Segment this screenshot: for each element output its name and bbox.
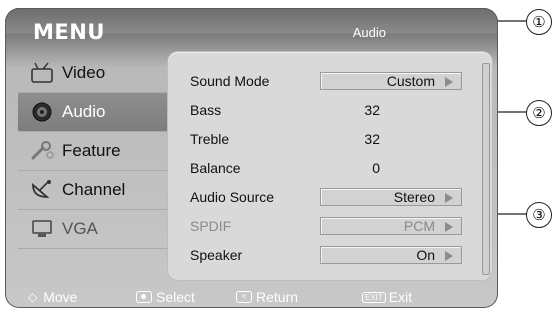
right-arrow-icon <box>445 251 453 261</box>
select-button-icon <box>136 291 152 303</box>
settings-row-audio-source[interactable]: Audio Source <box>190 186 320 208</box>
satellite-icon <box>28 178 56 202</box>
setting-label: SPDIF <box>190 218 232 234</box>
footer-hints: ◇ Move Select < Return EXIT Exit <box>28 287 468 307</box>
setting-value: 0 <box>372 160 380 176</box>
callout-3: ③ <box>526 202 552 228</box>
monitor-icon <box>28 217 56 241</box>
exit-button-icon: EXIT <box>362 291 386 303</box>
sidebar-item-label: VGA <box>62 219 98 238</box>
sidebar: Video Audio Feature Channel VGA <box>18 54 168 249</box>
setting-value: On <box>416 247 435 263</box>
sidebar-item-audio[interactable]: Audio <box>18 93 168 132</box>
setting-value: 32 <box>364 102 380 118</box>
sidebar-item-vga[interactable]: VGA <box>18 210 168 249</box>
exit-hint: EXIT Exit <box>362 289 412 305</box>
tv-icon <box>28 61 56 85</box>
gear-icon <box>28 139 56 163</box>
sound-mode-select[interactable]: Custom <box>320 72 462 90</box>
settings-row-speaker[interactable]: Speaker <box>190 244 320 266</box>
settings-row-sound-mode[interactable]: Sound Mode <box>190 70 320 92</box>
callout-1: ① <box>526 9 552 35</box>
setting-label: Balance <box>190 160 241 176</box>
audio-settings-panel: Sound Mode Custom Bass 32 Treble 32 Bala… <box>168 52 492 280</box>
setting-label: Sound Mode <box>190 73 270 89</box>
sidebar-item-feature[interactable]: Feature <box>18 132 168 171</box>
right-arrow-icon <box>445 193 453 203</box>
setting-label: Bass <box>190 102 222 118</box>
setting-value: Stereo <box>393 189 435 205</box>
speaker-select[interactable]: On <box>320 246 462 264</box>
speaker-icon <box>28 100 56 124</box>
spdif-select[interactable]: PCM <box>320 217 462 235</box>
setting-label: Speaker <box>190 247 243 263</box>
sidebar-item-label: Feature <box>62 141 121 160</box>
sidebar-item-video[interactable]: Video <box>18 54 168 93</box>
sidebar-item-label: Audio <box>62 102 106 121</box>
scrollbar[interactable] <box>482 63 490 275</box>
settings-row-balance[interactable]: Balance 0 <box>190 157 380 179</box>
callout-2: ② <box>526 100 552 126</box>
settings-row-treble[interactable]: Treble 32 <box>190 128 380 150</box>
return-hint: < Return <box>236 289 362 305</box>
setting-value: 32 <box>364 131 380 147</box>
sidebar-item-label: Channel <box>62 180 126 199</box>
settings-row-spdif[interactable]: SPDIF <box>190 215 320 237</box>
menu-title: MENU <box>33 20 105 44</box>
sidebar-item-channel[interactable]: Channel <box>18 171 168 210</box>
settings-row-bass[interactable]: Bass 32 <box>190 99 380 121</box>
setting-value: Custom <box>386 73 435 89</box>
setting-value: PCM <box>403 218 435 234</box>
return-button-icon: < <box>236 291 252 303</box>
right-arrow-icon <box>445 222 453 232</box>
select-hint: Select <box>136 289 236 305</box>
current-section-label: Audio <box>352 25 386 40</box>
sidebar-item-label: Video <box>62 63 106 82</box>
setting-label: Treble <box>190 131 230 147</box>
menu-window: MENU Audio Video Audio Feature Channel V… <box>5 8 498 308</box>
move-arrows-icon: ◇ <box>28 290 38 304</box>
audio-source-select[interactable]: Stereo <box>320 188 462 206</box>
move-hint: ◇ Move <box>28 289 78 305</box>
right-arrow-icon <box>445 77 453 87</box>
setting-label: Audio Source <box>190 189 275 205</box>
